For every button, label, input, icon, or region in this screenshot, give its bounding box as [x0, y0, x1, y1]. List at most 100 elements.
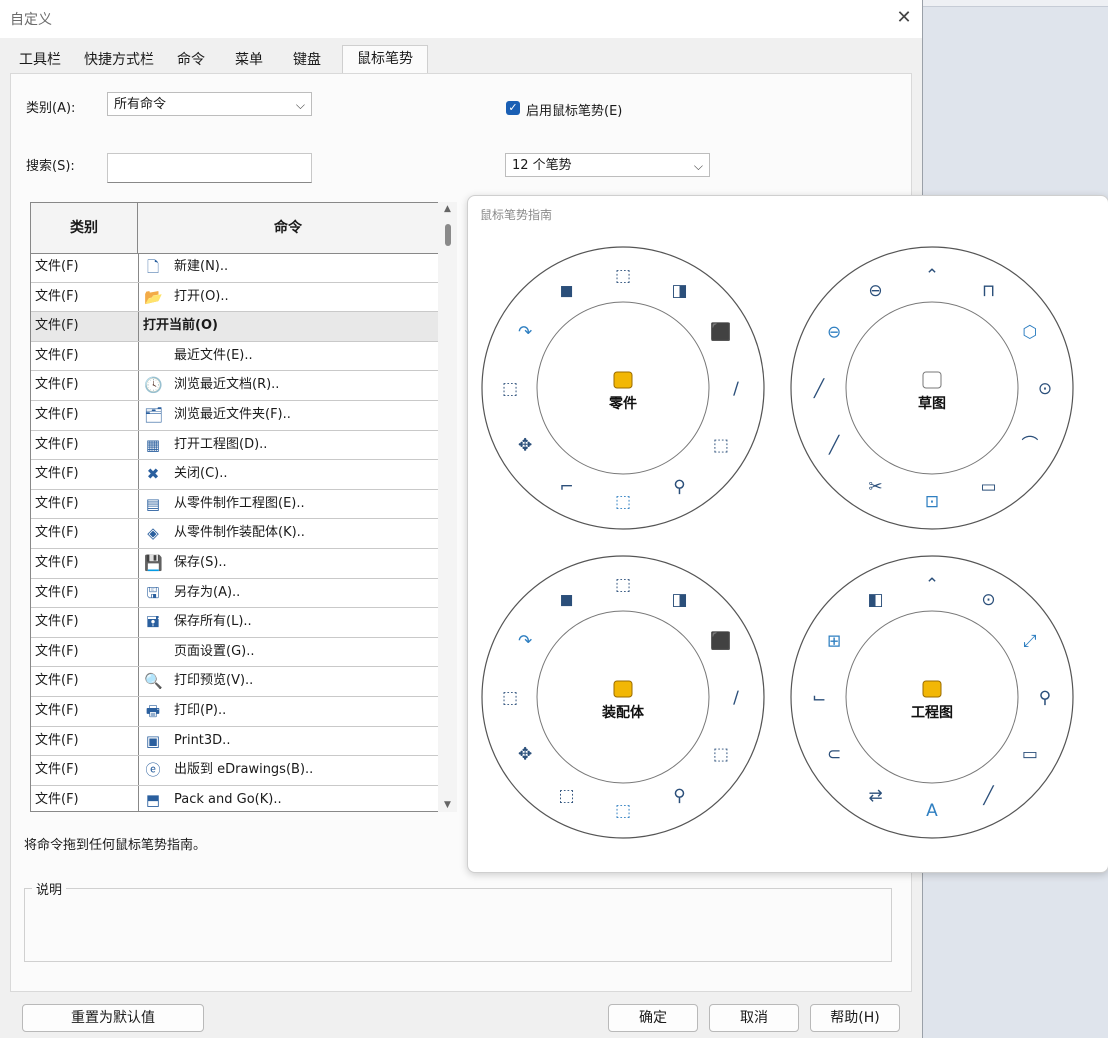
gesture-slot-icon[interactable]: ⚲ — [673, 786, 685, 806]
command-name: 打开工程图(D).. — [174, 436, 268, 452]
table-row[interactable]: 文件(F) 🖫 另存为(A).. — [31, 578, 438, 609]
gesture-slot-icon[interactable]: ⬛ — [710, 631, 731, 652]
description-label: 说明 — [32, 879, 67, 898]
reset-defaults-button[interactable]: 重置为默认值 — [22, 1004, 204, 1032]
gesture-slot-icon[interactable]: ⬚ — [502, 688, 518, 708]
table-row[interactable]: 文件(F) ✖ 关闭(C).. — [31, 460, 438, 490]
table-row[interactable]: 文件(F) 📂 打开(O).. — [31, 282, 438, 313]
table-row[interactable]: 文件(F) 🗂 浏览最近文件夹(F).. — [31, 401, 438, 431]
command-name: 打印(P).. — [174, 703, 227, 718]
table-row[interactable]: 文件(F) 🖶 打印(P).. — [31, 697, 438, 727]
gesture-slot-icon[interactable]: ⊖ — [868, 281, 882, 301]
gesture-slot-icon[interactable]: ⬚ — [615, 492, 631, 512]
gesture-slot-icon[interactable]: ⊞ — [827, 632, 841, 652]
table-row[interactable]: 文件(F) ⓔ 出版到 eDrawings(B).. — [31, 756, 438, 786]
gesture-slot-icon[interactable]: ✥ — [518, 436, 532, 456]
table-row[interactable]: 文件(F) 打开当前(O) — [31, 312, 438, 342]
table-row[interactable]: 文件(F) 💾 保存(S).. — [31, 549, 438, 579]
close-icon[interactable]: ✕ — [890, 4, 918, 32]
gesture-slot-icon[interactable]: ⬡ — [1022, 323, 1037, 343]
gesture-slot-icon[interactable]: ∕ — [733, 379, 739, 399]
cancel-button[interactable]: 取消 — [709, 1004, 799, 1032]
gesture-slot-icon[interactable]: ⌙ — [812, 688, 826, 708]
column-header-command[interactable]: 命令 — [138, 203, 438, 253]
gesture-slot-icon[interactable]: ⌃ — [925, 266, 939, 286]
gesture-slot-icon[interactable]: ⬚ — [713, 745, 729, 765]
gesture-slot-icon[interactable]: ⌒ — [1021, 436, 1038, 456]
gesture-slot-icon[interactable]: ✥ — [518, 745, 532, 765]
table-row[interactable]: 文件(F) ▤ 从零件制作工程图(E).. — [31, 489, 438, 520]
cell-category: 文件(F) — [35, 614, 79, 630]
table-row[interactable]: 文件(F) 🕓 浏览最近文档(R).. — [31, 371, 438, 401]
command-name: 浏览最近文件夹(F).. — [174, 407, 291, 422]
scroll-down-icon[interactable]: ▼ — [438, 800, 457, 810]
tab-shortcut-bars[interactable]: 快捷方式栏 — [74, 47, 164, 73]
column-header-category[interactable]: 类别 — [31, 203, 138, 253]
table-row[interactable]: 文件(F) ▣ Print3D.. — [31, 726, 439, 757]
table-row[interactable]: 文件(F) ▦ 打开工程图(D).. — [31, 430, 438, 461]
table-row[interactable]: 文件(F) 🗋 新建(N).. — [31, 253, 438, 283]
gesture-slot-icon[interactable]: ╱ — [982, 785, 994, 806]
tab-commands[interactable]: 命令 — [168, 47, 214, 73]
table-header: 类别 命令 — [31, 203, 438, 254]
gesture-slot-icon[interactable]: ✂ — [868, 477, 882, 497]
gesture-slot-icon[interactable]: ⊖ — [827, 323, 841, 343]
gesture-slot-icon[interactable]: ◧ — [867, 590, 883, 610]
gesture-slot-icon[interactable]: ⊓ — [982, 281, 995, 301]
gesture-slot-icon[interactable]: ⌃ — [925, 575, 939, 595]
gesture-slot-icon[interactable]: A — [926, 801, 938, 821]
table-row[interactable]: 文件(F) 页面设置(G).. — [31, 637, 438, 668]
table-row[interactable]: 文件(F) ◈ 从零件制作装配体(K).. — [31, 519, 438, 549]
enable-gestures-checkbox[interactable]: ✓ — [506, 101, 520, 115]
gesture-slot-icon[interactable]: ⬚ — [615, 801, 631, 821]
gesture-slot-icon[interactable]: ↷ — [518, 632, 532, 652]
gesture-slot-icon[interactable]: ◼ — [559, 590, 573, 610]
search-input[interactable] — [107, 153, 312, 183]
table-scrollbar[interactable]: ▲ ▼ — [438, 202, 457, 812]
scroll-up-icon[interactable]: ▲ — [438, 204, 457, 214]
gesture-slot-icon[interactable]: ╱ — [813, 378, 825, 399]
gesture-count-select[interactable]: 12 个笔势 ⌵ — [505, 153, 710, 177]
scroll-thumb[interactable] — [445, 224, 451, 246]
gesture-slot-icon[interactable]: ◨ — [671, 281, 687, 301]
category-label: 类别(A): — [26, 101, 76, 116]
gesture-slot-icon[interactable]: ⬚ — [615, 266, 631, 286]
table-row[interactable]: 文件(F) ⬒ Pack and Go(K).. — [31, 785, 438, 811]
gesture-slot-icon[interactable]: ⬚ — [615, 575, 631, 595]
table-row[interactable]: 文件(F) 🔍 打印预览(V).. — [31, 667, 438, 697]
gesture-slot-icon[interactable]: ▭ — [980, 477, 996, 497]
gesture-slot-icon[interactable]: ∕ — [733, 688, 739, 708]
table-row[interactable]: 文件(F) 最近文件(E).. — [31, 341, 438, 372]
gesture-slot-icon[interactable]: ▭ — [1022, 745, 1038, 765]
tab-menus[interactable]: 菜单 — [224, 47, 274, 73]
gesture-slot-icon[interactable]: ⌐ — [559, 477, 573, 497]
gesture-slot-icon[interactable]: ⊂ — [827, 745, 841, 765]
gesture-slot-icon[interactable]: ⊡ — [925, 492, 939, 512]
gesture-slot-icon[interactable]: ⊙ — [1038, 379, 1052, 399]
gesture-slot-icon[interactable]: ⚲ — [673, 477, 685, 497]
table-row[interactable]: 文件(F) 🖬 保存所有(L).. — [31, 608, 438, 638]
tab-keyboard[interactable]: 键盘 — [282, 47, 332, 73]
tab-mouse-gestures[interactable]: 鼠标笔势 — [342, 45, 428, 74]
category-select[interactable]: 所有命令 ⌵ — [107, 92, 312, 116]
gesture-slot-icon[interactable]: ↷ — [518, 323, 532, 343]
gesture-slot-icon[interactable]: ⇄ — [868, 786, 882, 806]
edrawings-icon: ⓔ — [145, 761, 161, 780]
gesture-slot-icon[interactable]: ⚲ — [1039, 688, 1051, 708]
gesture-slot-icon[interactable]: ◨ — [671, 590, 687, 610]
gesture-slot-icon[interactable]: ⬛ — [710, 322, 731, 343]
gesture-slot-icon[interactable]: ⬚ — [713, 436, 729, 456]
gesture-slot-icon[interactable]: ◼ — [559, 281, 573, 301]
tab-toolbars[interactable]: 工具栏 — [10, 47, 70, 73]
gesture-slot-icon[interactable]: ⤢ — [1023, 632, 1037, 652]
help-button[interactable]: 帮助(H) — [810, 1004, 900, 1032]
gesture-slot-icon[interactable]: ╱ — [828, 435, 840, 456]
close-document-icon: ✖ — [146, 465, 160, 484]
ok-button[interactable]: 确定 — [608, 1004, 698, 1032]
gesture-slot-icon[interactable]: ⬚ — [558, 786, 574, 806]
gesture-slot-icon[interactable]: ⬚ — [502, 379, 518, 399]
chevron-down-icon: ⌵ — [295, 98, 305, 112]
cell-command: ▣ Print3D.. — [138, 726, 439, 756]
gesture-slot-icon[interactable]: ⊙ — [981, 590, 995, 610]
commands-table: 类别 命令 文件(F) 🗋 新建(N).. 文件(F) 📂 打开(O).. 文件(F) 打开当… — [30, 202, 457, 812]
